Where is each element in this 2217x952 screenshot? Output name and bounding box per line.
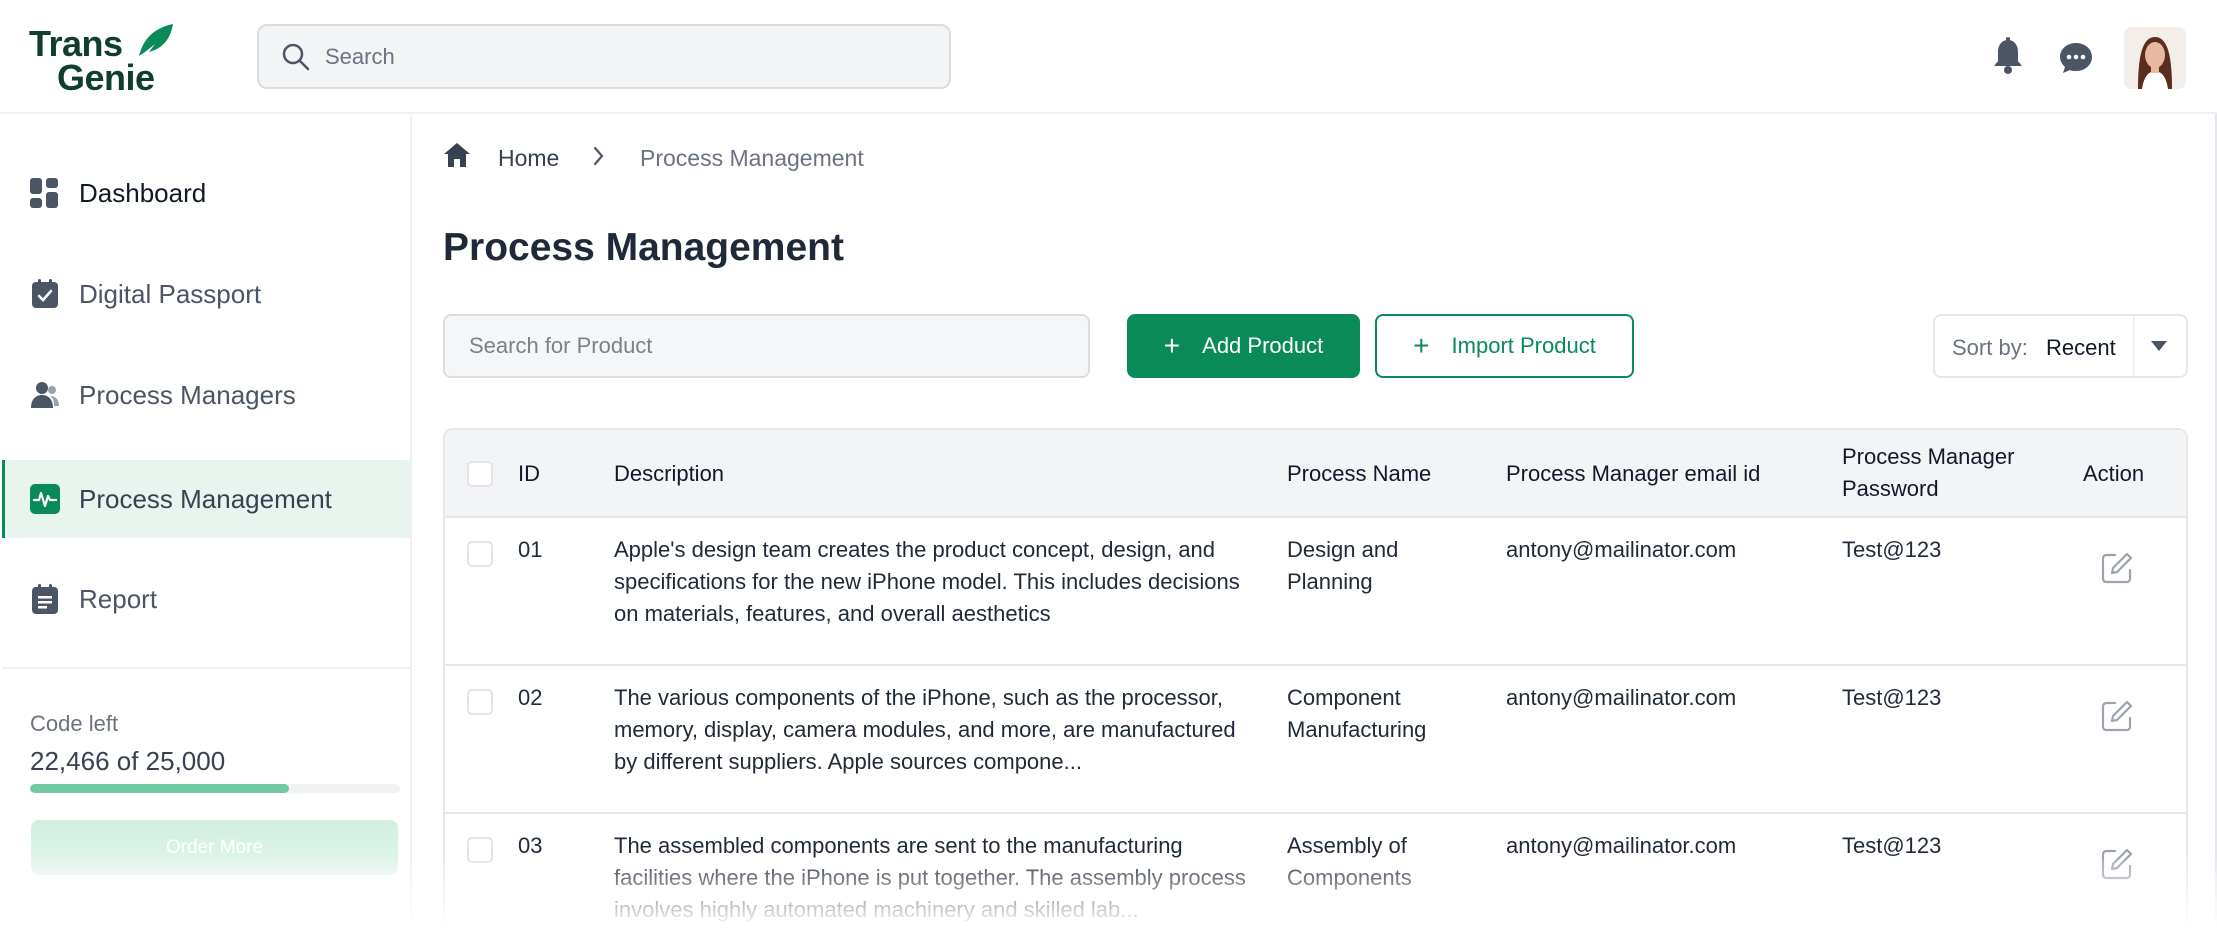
sidebar-divider xyxy=(2,667,410,669)
cell-process-name: Component Manufacturing xyxy=(1287,685,1427,742)
column-header-password-line2: Password xyxy=(1842,476,1939,501)
product-search-input[interactable] xyxy=(443,314,1090,378)
chat-icon[interactable] xyxy=(2059,42,2093,74)
cell-id: 01 xyxy=(518,537,543,562)
cell-description: The various components of the iPhone, su… xyxy=(614,685,1236,774)
cell-id: 03 xyxy=(518,833,543,858)
process-icon xyxy=(30,484,60,514)
search-icon xyxy=(282,43,310,70)
cell-password: Test@123 xyxy=(1842,537,1942,562)
column-header-password-line1: Process Manager xyxy=(1842,444,2015,469)
global-search[interactable] xyxy=(257,24,951,89)
cell-email: antony@mailinator.com xyxy=(1506,833,1737,858)
row-checkbox[interactable] xyxy=(467,541,493,567)
sidebar-item-process-managers[interactable]: Process Managers xyxy=(2,356,410,434)
edit-icon[interactable] xyxy=(2100,847,2134,881)
column-header-email: Process Manager email id xyxy=(1506,461,1761,486)
table-row: 01 Apple's design team creates the produ… xyxy=(445,518,2186,666)
order-more-button[interactable]: Order More xyxy=(31,820,398,875)
cell-password: Test@123 xyxy=(1842,685,1942,710)
code-left-progress-fill xyxy=(30,784,289,793)
passport-icon xyxy=(32,279,58,308)
code-left-progress xyxy=(30,784,400,793)
user-avatar-image xyxy=(2124,27,2186,89)
sidebar-item-label: Process Management xyxy=(79,483,332,514)
sort-label: Sort by: xyxy=(1952,335,2028,360)
cell-password: Test@123 xyxy=(1842,833,1942,858)
column-header-description: Description xyxy=(614,461,725,486)
column-header-process-name: Process Name xyxy=(1287,461,1432,486)
home-icon[interactable] xyxy=(443,141,471,169)
sidebar-item-digital-passport[interactable]: Digital Passport xyxy=(2,255,410,333)
cell-email: antony@mailinator.com xyxy=(1506,537,1737,562)
global-search-input[interactable] xyxy=(325,43,925,70)
edit-icon[interactable] xyxy=(2100,699,2134,733)
sidebar-item-dashboard[interactable]: Dashboard xyxy=(2,154,410,232)
bell-icon[interactable] xyxy=(1992,37,2024,75)
sidebar-item-label: Report xyxy=(79,583,158,614)
chevron-down-icon[interactable] xyxy=(2150,340,2168,352)
cell-process-name: Assembly of Components xyxy=(1287,833,1412,890)
sidebar-item-process-management[interactable]: Process Management xyxy=(2,460,410,538)
code-left-value: 22,466 of 25,000 xyxy=(30,746,226,776)
sidebar-item-label: Dashboard xyxy=(79,177,207,208)
breadcrumb-home[interactable]: Home xyxy=(498,145,559,172)
sort-value: Recent xyxy=(2046,335,2116,360)
sidebar-item-label: Digital Passport xyxy=(79,278,262,309)
table-row: 03 The assembled components are sent to … xyxy=(445,814,2186,952)
logo[interactable]: Trans Genie xyxy=(29,22,179,96)
edit-icon[interactable] xyxy=(2100,551,2134,585)
plus-icon: + xyxy=(1413,330,1430,361)
logo-text-line2: Genie xyxy=(57,57,155,98)
cell-process-name: Design and Planning xyxy=(1287,537,1399,594)
sidebar-item-report[interactable]: Report xyxy=(2,560,410,638)
row-checkbox[interactable] xyxy=(467,837,493,863)
breadcrumb-current: Process Management xyxy=(640,145,864,171)
sidebar: Dashboard Digital Passport Process Manag… xyxy=(0,114,412,952)
cell-description: Apple's design team creates the product … xyxy=(614,537,1240,626)
code-left-label: Code left xyxy=(30,711,119,736)
dashboard-icon xyxy=(30,178,58,208)
cell-email: antony@mailinator.com xyxy=(1506,685,1737,710)
plus-icon: + xyxy=(1163,330,1181,361)
import-product-label: Import Product xyxy=(1451,333,1596,358)
column-header-action: Action xyxy=(2083,461,2145,486)
sort-divider xyxy=(2133,316,2135,376)
add-product-label: Add Product xyxy=(1202,333,1324,358)
row-checkbox[interactable] xyxy=(467,689,493,715)
column-header-id: ID xyxy=(518,461,540,486)
select-all-checkbox[interactable] xyxy=(467,461,493,487)
add-product-button[interactable]: + Add Product xyxy=(1127,314,1360,378)
sort-dropdown[interactable]: Sort by: Recent xyxy=(1933,314,2188,378)
report-icon xyxy=(32,584,58,614)
import-product-button[interactable]: + Import Product xyxy=(1375,314,1634,378)
table-row: 02 The various components of the iPhone,… xyxy=(445,666,2186,814)
sidebar-item-label: Process Managers xyxy=(79,379,296,410)
avatar[interactable] xyxy=(2124,27,2186,89)
chevron-right-icon xyxy=(593,146,604,166)
cell-description: The assembled components are sent to the… xyxy=(614,833,1246,922)
cell-id: 02 xyxy=(518,685,543,710)
users-icon xyxy=(31,382,59,408)
leaf-icon xyxy=(139,24,173,56)
top-header: Trans Genie xyxy=(0,0,2217,114)
table-header: ID Description Process Name Process Mana… xyxy=(445,430,2186,518)
process-table: ID Description Process Name Process Mana… xyxy=(443,428,2188,952)
page-title: Process Management xyxy=(443,226,844,269)
